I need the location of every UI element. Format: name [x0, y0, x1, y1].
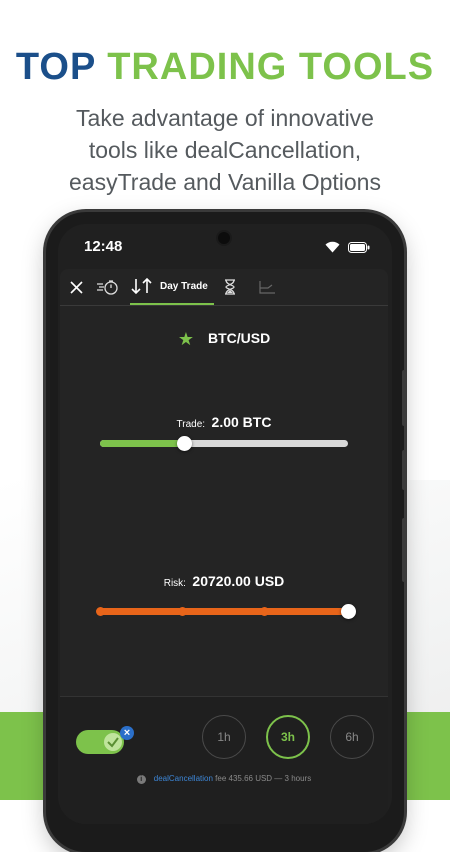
up-down-arrows-icon — [131, 277, 152, 295]
risk-slider[interactable] — [96, 604, 356, 619]
chart-icon[interactable] — [258, 269, 276, 305]
tab-day-trade-label: Day Trade — [160, 280, 208, 292]
tab-day-trade[interactable]: Day Trade — [130, 269, 214, 305]
deal-prefix: deal — [153, 774, 169, 783]
phone-screen: 12:48 Day Trade ★ BTC/USD Trade: 2.00 BT… — [58, 224, 392, 824]
close-icon[interactable] — [70, 269, 83, 305]
duration-1h-button[interactable]: 1h — [202, 715, 246, 759]
timer-icon[interactable] — [96, 269, 120, 305]
risk-slider-fill — [100, 608, 348, 615]
star-icon[interactable]: ★ — [178, 329, 194, 349]
status-icons — [325, 240, 370, 258]
headline-top: TOP — [15, 46, 96, 88]
phone-side-button — [402, 370, 406, 426]
info-icon[interactable]: i — [136, 775, 146, 784]
subtitle: Take advantage of innovative tools like … — [0, 102, 450, 198]
trade-slider[interactable] — [100, 436, 348, 451]
risk-slider-stop — [177, 607, 187, 616]
green-accent-left — [0, 712, 52, 800]
subtitle-line-1: Take advantage of innovative — [76, 105, 374, 131]
trade-panel: Day Trade ★ BTC/USD Trade: 2.00 BTC Risk:… — [60, 269, 388, 824]
camera-icon — [218, 232, 230, 244]
trade-value: 2.00 BTC — [211, 414, 272, 430]
headline: TOP TRADING TOOLS — [0, 46, 450, 89]
toggle-knob — [104, 733, 122, 751]
deal-cancellation-info: i dealCancellation fee 435.66 USD — 3 hou… — [60, 774, 388, 784]
risk-label: Risk: — [163, 578, 186, 589]
status-time: 12:48 — [84, 238, 123, 255]
hourglass-icon[interactable] — [224, 269, 236, 305]
deal-cancellation-panel: × 1h 3h 6h i dealCancellation fee 435.66 … — [60, 696, 388, 824]
close-badge-icon[interactable]: × — [120, 726, 134, 740]
deal-fee-text: fee 435.66 USD — 3 hours — [212, 774, 312, 783]
currency-pair[interactable]: ★ BTC/USD — [60, 329, 388, 350]
deal-cancellation-toggle[interactable]: × — [76, 726, 134, 754]
wifi-icon — [325, 240, 340, 258]
trade-label: Trade: — [176, 419, 206, 430]
currency-pair-name: BTC/USD — [207, 330, 271, 346]
risk-slider-stop — [96, 607, 105, 616]
headline-trading-tools: TRADING TOOLS — [107, 46, 435, 88]
status-bar: 12:48 — [58, 224, 392, 268]
risk-slider-handle[interactable] — [341, 604, 356, 619]
trade-toolbar: Day Trade — [60, 269, 388, 306]
battery-icon — [348, 240, 370, 258]
risk-slider-stop — [259, 607, 269, 616]
duration-6h-button[interactable]: 6h — [330, 715, 374, 759]
duration-3h-button[interactable]: 3h — [266, 715, 310, 759]
subtitle-line-2: tools like dealCancellation, — [88, 137, 362, 163]
trade-slider-fill — [100, 440, 185, 447]
trade-slider-handle[interactable] — [177, 436, 193, 451]
risk-value: 20720.00 USD — [192, 573, 285, 589]
trade-amount: Trade: 2.00 BTC — [60, 414, 388, 432]
phone-side-button — [402, 450, 406, 490]
green-accent-right — [398, 712, 450, 800]
phone-side-button — [402, 518, 406, 582]
risk-amount: Risk: 20720.00 USD — [60, 573, 388, 591]
subtitle-line-3: easyTrade and Vanilla Options — [69, 169, 381, 195]
deal-name: Cancellation — [168, 774, 213, 783]
